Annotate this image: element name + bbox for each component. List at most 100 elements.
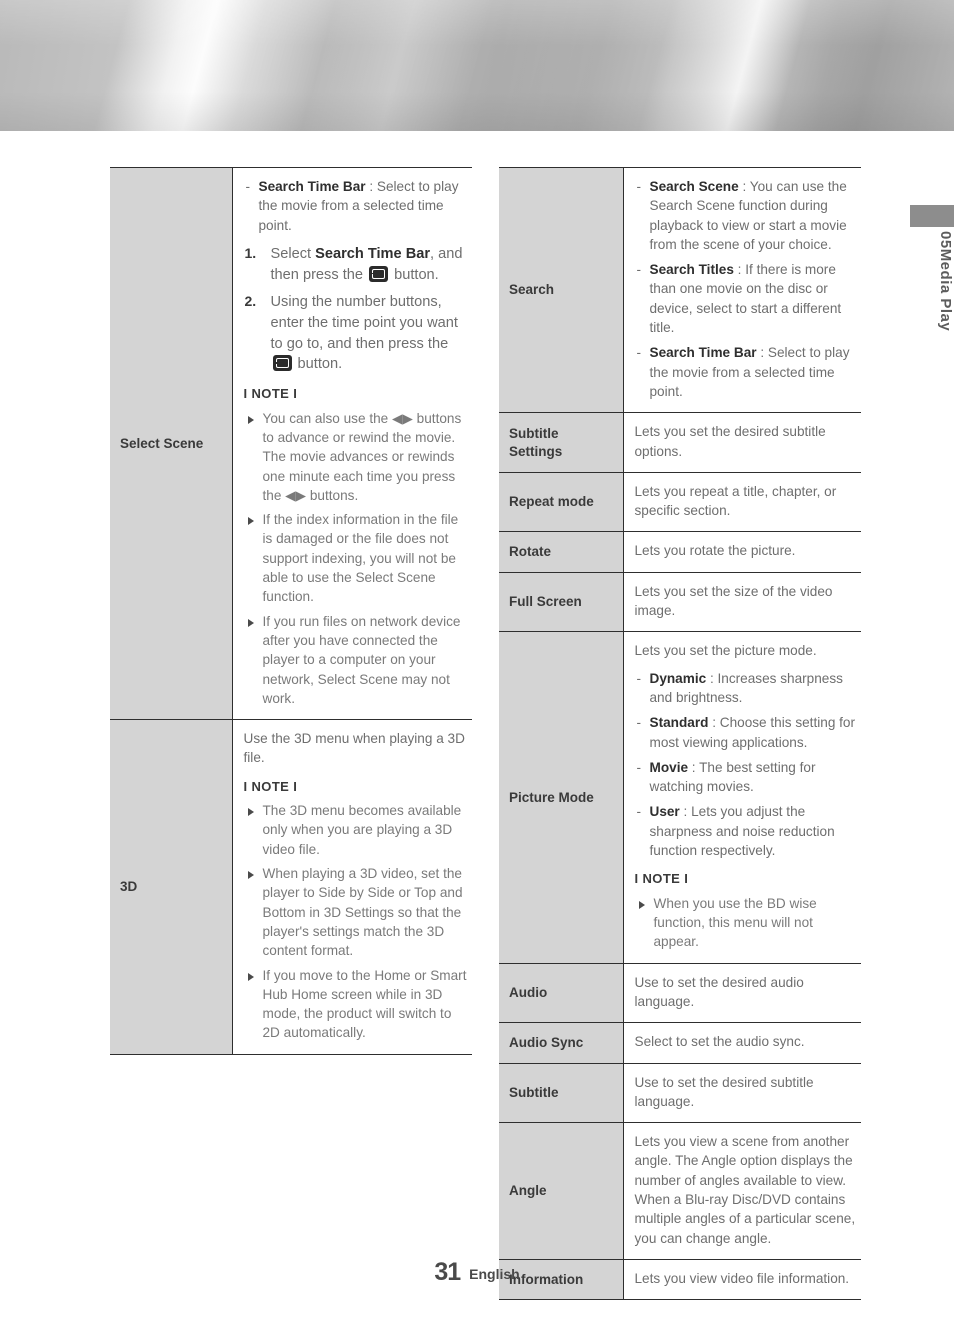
chapter-tab-label: 05Media Play	[880, 231, 954, 421]
intro-text: Use the 3D menu when playing a 3D file.	[243, 731, 465, 766]
table-row-angle: Angle Lets you view a scene from another…	[499, 1122, 861, 1260]
row-text: Select to set the audio sync.	[634, 1034, 805, 1050]
table-row-select-scene: Select Scene Search Time Bar : Select to…	[110, 166, 472, 721]
list-item: Standard : Choose this setting for most …	[635, 713, 858, 752]
note-list: The 3D menu becomes available only when …	[244, 801, 469, 1043]
separator: :	[738, 179, 750, 194]
right-column: Search Search Scene : You can use the Se…	[499, 166, 861, 1301]
row-label-angle: Angle	[499, 1122, 624, 1260]
footer-language: English	[469, 1266, 520, 1282]
chapter-number: 05	[937, 231, 954, 249]
separator: :	[706, 670, 718, 686]
table-row-full-screen: Full Screen Lets you set the size of the…	[499, 571, 861, 633]
numbered-steps: Select Search Time Bar, and then press t…	[244, 244, 469, 375]
list-item: You can also use the ◀▶ buttons to advan…	[244, 409, 469, 505]
enter-button-icon	[369, 265, 389, 282]
row-label-rotate: Rotate	[499, 531, 624, 573]
list-item: The 3D menu becomes available only when …	[244, 801, 469, 859]
table-row-search: Search Search Scene : You can use the Se…	[499, 166, 861, 414]
separator: :	[756, 345, 768, 361]
separator: :	[733, 262, 746, 278]
row-content-subtitle-settings: Lets you set the desired subtitle option…	[623, 412, 861, 473]
list-item: Search Titles : If there is more than on…	[635, 260, 858, 337]
separator: :	[679, 804, 692, 820]
row-text: Lets you set the desired subtitle option…	[634, 424, 826, 459]
page-number: 31	[434, 1258, 461, 1286]
row-content-3d: Use the 3D menu when playing a 3D file. …	[232, 719, 472, 1055]
row-label-picture-mode: Picture Mode	[499, 631, 624, 964]
row-label-select-scene: Select Scene	[110, 166, 233, 721]
list-item: When you use the BD wise function, this …	[635, 894, 858, 952]
row-label-audio: Audio	[499, 962, 624, 1024]
row-text: Lets you view a scene from another angle…	[634, 1134, 856, 1246]
row-text: Use to set the desired audio language.	[634, 974, 804, 1009]
row-content-picture-mode: Lets you set the picture mode. Dynamic :…	[623, 631, 861, 964]
term-dynamic: Dynamic	[649, 670, 707, 686]
term-movie: Movie	[649, 759, 689, 775]
term-search-time-bar: Search Time Bar	[649, 345, 757, 361]
row-label-3d: 3D	[110, 719, 233, 1055]
term-search-titles: Search Titles	[649, 262, 734, 278]
list-item: Search Time Bar : Select to play the mov…	[635, 343, 858, 401]
list-item: Select Search Time Bar, and then press t…	[244, 244, 469, 285]
list-item: User : Lets you adjust the sharpness and…	[635, 802, 858, 860]
table-row-subtitle: Subtitle Use to set the desired subtitle…	[499, 1062, 861, 1124]
note-list: When you use the BD wise function, this …	[635, 894, 858, 952]
separator: :	[365, 179, 377, 194]
note-heading: I NOTE I	[243, 386, 298, 402]
note-list: You can also use the ◀▶ buttons to advan…	[244, 409, 469, 708]
table-row-rotate: Rotate Lets you rotate the picture.	[499, 531, 861, 573]
dash-list: Search Scene : You can use the Search Sc…	[635, 177, 858, 401]
row-text: Lets you repeat a title, chapter, or spe…	[634, 483, 837, 519]
term-user: User	[649, 804, 680, 820]
page-footer: 31 English	[0, 1258, 954, 1287]
dash-list: Search Time Bar : Select to play the mov…	[244, 177, 469, 235]
table-row-repeat-mode: Repeat mode Lets you repeat a title, cha…	[499, 471, 861, 533]
chapter-title: Media Play	[937, 248, 954, 332]
chapter-side-tab: 05Media Play	[880, 205, 954, 425]
list-item: Movie : The best setting for watching mo…	[635, 758, 858, 797]
table-row-audio-sync: Audio Sync Select to set the audio sync.	[499, 1022, 861, 1064]
row-text: Lets you rotate the picture.	[634, 543, 796, 559]
row-content-full-screen: Lets you set the size of the video image…	[623, 571, 861, 633]
list-item: Using the number buttons, enter the time…	[244, 292, 469, 375]
row-content-subtitle: Use to set the desired subtitle language…	[623, 1062, 861, 1124]
row-content-rotate: Lets you rotate the picture.	[623, 531, 861, 573]
separator: :	[708, 715, 720, 731]
dash-list: Dynamic : Increases sharpness and bright…	[635, 669, 858, 861]
decorative-header-banner	[0, 0, 954, 131]
row-content-select-scene: Search Time Bar : Select to play the mov…	[232, 166, 472, 721]
step-text-post2: button.	[390, 266, 439, 283]
left-column: Select Scene Search Time Bar : Select to…	[110, 166, 472, 1055]
list-item: Dynamic : Increases sharpness and bright…	[635, 669, 858, 708]
table-row-3d: 3D Use the 3D menu when playing a 3D fil…	[110, 719, 472, 1055]
row-content-audio: Use to set the desired audio language.	[623, 962, 861, 1024]
row-content-angle: Lets you view a scene from another angle…	[623, 1122, 861, 1260]
separator: :	[688, 759, 700, 775]
step-text-post2: button.	[293, 356, 343, 373]
list-item: Search Scene : You can use the Search Sc…	[635, 177, 858, 254]
list-item: If the index information in the file is …	[244, 510, 469, 606]
table-row-picture-mode: Picture Mode Lets you set the picture mo…	[499, 631, 861, 964]
row-label-repeat-mode: Repeat mode	[499, 471, 624, 533]
term-search-scene: Search Scene	[649, 179, 739, 194]
term-standard: Standard	[649, 715, 709, 731]
row-label-audio-sync: Audio Sync	[499, 1022, 624, 1064]
table-row-audio: Audio Use to set the desired audio langu…	[499, 962, 861, 1024]
list-item: Search Time Bar : Select to play the mov…	[244, 177, 469, 235]
note-heading: I NOTE I	[243, 778, 298, 794]
term-search-time-bar: Search Time Bar	[258, 179, 366, 194]
manual-page: 05Media Play Select Scene Search Time Ba…	[0, 0, 954, 1339]
list-item: If you move to the Home or Smart Hub Hom…	[244, 966, 469, 1043]
step-text-pre: Select	[270, 245, 316, 262]
row-label-subtitle-settings: Subtitle Settings	[499, 412, 624, 473]
row-label-full-screen: Full Screen	[499, 571, 624, 633]
row-content-repeat-mode: Lets you repeat a title, chapter, or spe…	[623, 471, 861, 533]
row-label-subtitle: Subtitle	[499, 1062, 624, 1124]
chapter-tab-marker	[910, 205, 954, 227]
row-text: Lets you set the size of the video image…	[634, 583, 833, 619]
enter-button-icon	[272, 355, 292, 372]
banner-sheen	[0, 0, 954, 131]
spec-table-right: Search Search Scene : You can use the Se…	[499, 166, 861, 1301]
spec-table-left: Select Scene Search Time Bar : Select to…	[110, 166, 472, 1055]
